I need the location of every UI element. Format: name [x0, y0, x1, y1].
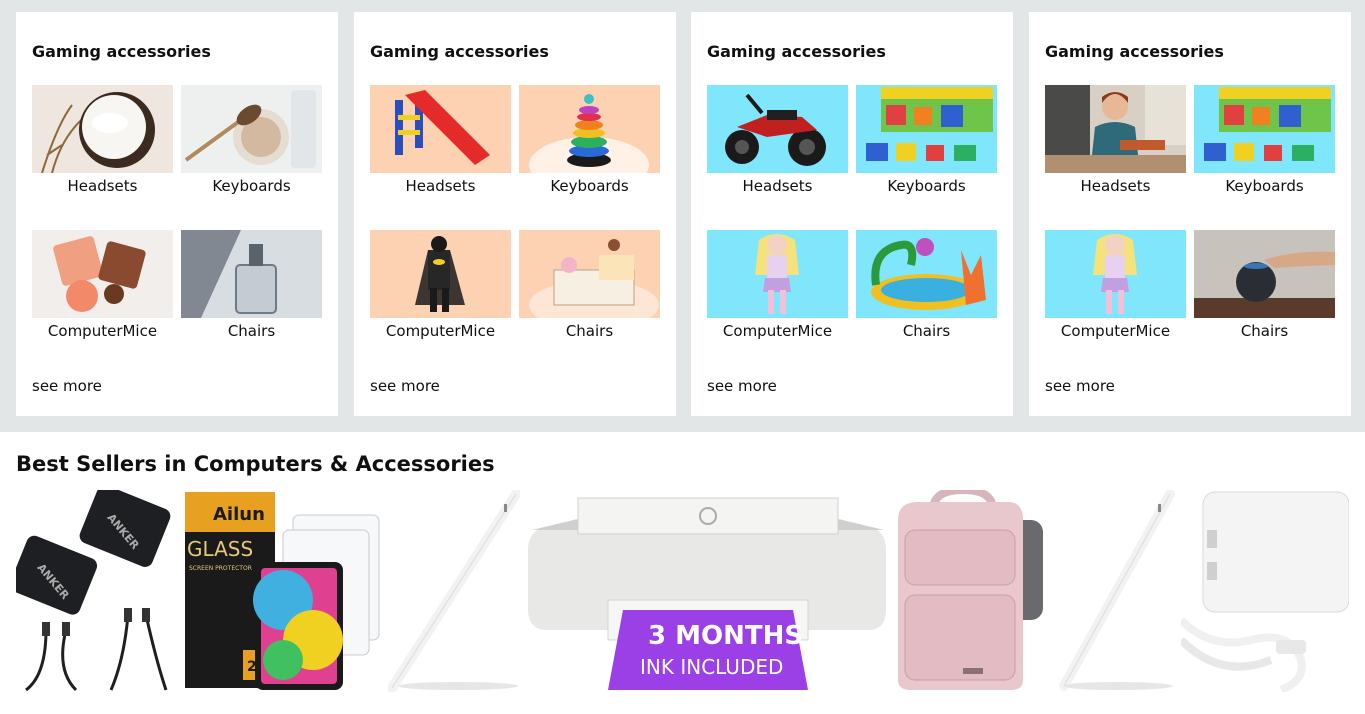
- category-tile[interactable]: Keyboards: [519, 85, 660, 195]
- duplo-train-box-image[interactable]: [1194, 85, 1335, 173]
- category-tile[interactable]: ComputerMice: [1045, 230, 1186, 340]
- tile-label[interactable]: Keyboards: [856, 177, 997, 195]
- box-text: GLASS: [187, 537, 253, 561]
- pink-backpack-image[interactable]: [893, 490, 1053, 692]
- card-title[interactable]: Gaming accessories: [707, 42, 886, 61]
- best-sellers-section: Best Sellers in Computers & Accessories …: [0, 432, 1365, 714]
- category-tile[interactable]: Keyboards: [856, 85, 997, 195]
- person-kitchen-image[interactable]: [1045, 85, 1186, 173]
- category-tile[interactable]: ComputerMice: [707, 230, 848, 340]
- stylus-pen-image[interactable]: [1058, 490, 1176, 692]
- category-tile[interactable]: Headsets: [1045, 85, 1186, 195]
- category-tile[interactable]: Headsets: [370, 85, 511, 195]
- category-card: Gaming accessories Headsets Keyboards Co…: [354, 12, 676, 416]
- tile-label[interactable]: ComputerMice: [32, 322, 173, 340]
- nail-polish-image[interactable]: [32, 230, 173, 318]
- tile-label[interactable]: Chairs: [519, 322, 660, 340]
- stacking-rings-image[interactable]: [519, 85, 660, 173]
- best-sellers-title: Best Sellers in Computers & Accessories: [16, 452, 495, 476]
- cream-jar-image[interactable]: [32, 85, 173, 173]
- duplo-train-box-image[interactable]: [856, 85, 997, 173]
- tile-label[interactable]: Headsets: [1045, 177, 1186, 195]
- category-tile[interactable]: Chairs: [856, 230, 997, 340]
- fashion-doll-image[interactable]: [1045, 230, 1186, 318]
- ice-cream-playset-image[interactable]: [519, 230, 660, 318]
- card-title[interactable]: Gaming accessories: [370, 42, 549, 61]
- printer-banner-line2: INK INCLUDED: [640, 655, 783, 679]
- category-card: Gaming accessories Headsets Keyboards Co…: [691, 12, 1013, 416]
- batman-figure-image[interactable]: [370, 230, 511, 318]
- tile-label[interactable]: Keyboards: [1194, 177, 1335, 195]
- category-cards-row: Gaming accessories Headsets Keyboards Co…: [0, 0, 1365, 432]
- brand-text: Ailun: [213, 504, 265, 525]
- category-tile[interactable]: Headsets: [707, 85, 848, 195]
- ride-on-atv-image[interactable]: [707, 85, 848, 173]
- category-tile[interactable]: Headsets: [32, 85, 173, 195]
- category-tile[interactable]: ComputerMice: [32, 230, 173, 340]
- fashion-doll-image[interactable]: [707, 230, 848, 318]
- category-tile[interactable]: Chairs: [519, 230, 660, 340]
- category-tile[interactable]: Chairs: [1194, 230, 1335, 340]
- see-more-link[interactable]: see more: [1045, 377, 1115, 395]
- smart-speaker-image[interactable]: [1194, 230, 1335, 318]
- tile-label[interactable]: ComputerMice: [370, 322, 511, 340]
- category-tile[interactable]: Keyboards: [1194, 85, 1335, 195]
- category-tile[interactable]: Chairs: [181, 230, 322, 340]
- tile-label[interactable]: ComputerMice: [1045, 322, 1186, 340]
- tile-label[interactable]: Keyboards: [181, 177, 322, 195]
- see-more-link[interactable]: see more: [32, 377, 102, 395]
- tile-label[interactable]: Keyboards: [519, 177, 660, 195]
- category-card: Gaming accessories Headsets Keyboards Co…: [16, 12, 338, 416]
- tile-label[interactable]: Headsets: [707, 177, 848, 195]
- card-title[interactable]: Gaming accessories: [32, 42, 211, 61]
- toy-slide-image[interactable]: [370, 85, 511, 173]
- tile-label[interactable]: Headsets: [32, 177, 173, 195]
- tile-label[interactable]: Chairs: [1194, 322, 1335, 340]
- category-tile[interactable]: Keyboards: [181, 85, 322, 195]
- tile-label[interactable]: Headsets: [370, 177, 511, 195]
- usb-c-power-adapter-image[interactable]: [1181, 490, 1349, 692]
- perfume-bottle-image[interactable]: [181, 230, 322, 318]
- box-subtext: SCREEN PROTECTOR: [189, 565, 252, 572]
- card-title[interactable]: Gaming accessories: [1045, 42, 1224, 61]
- makeup-brush-image[interactable]: [181, 85, 322, 173]
- printer-banner-line1: 3 MONTHS: [648, 621, 803, 651]
- inflatable-pool-image[interactable]: [856, 230, 997, 318]
- category-card: Gaming accessories Headsets Keyboards Co…: [1029, 12, 1351, 416]
- category-tile[interactable]: ComputerMice: [370, 230, 511, 340]
- stylus-pen-image[interactable]: [388, 490, 520, 692]
- tile-label[interactable]: ComputerMice: [707, 322, 848, 340]
- tile-label[interactable]: Chairs: [181, 322, 322, 340]
- hp-printer-image[interactable]: 3 MONTHS INK INCLUDED: [528, 490, 888, 692]
- tile-label[interactable]: Chairs: [856, 322, 997, 340]
- see-more-link[interactable]: see more: [707, 377, 777, 395]
- see-more-link[interactable]: see more: [370, 377, 440, 395]
- screen-protector-image[interactable]: Ailun GLASS SCREEN PROTECTOR 2P: [183, 490, 383, 692]
- usb-chargers-image[interactable]: ANKER ANKER: [16, 490, 174, 692]
